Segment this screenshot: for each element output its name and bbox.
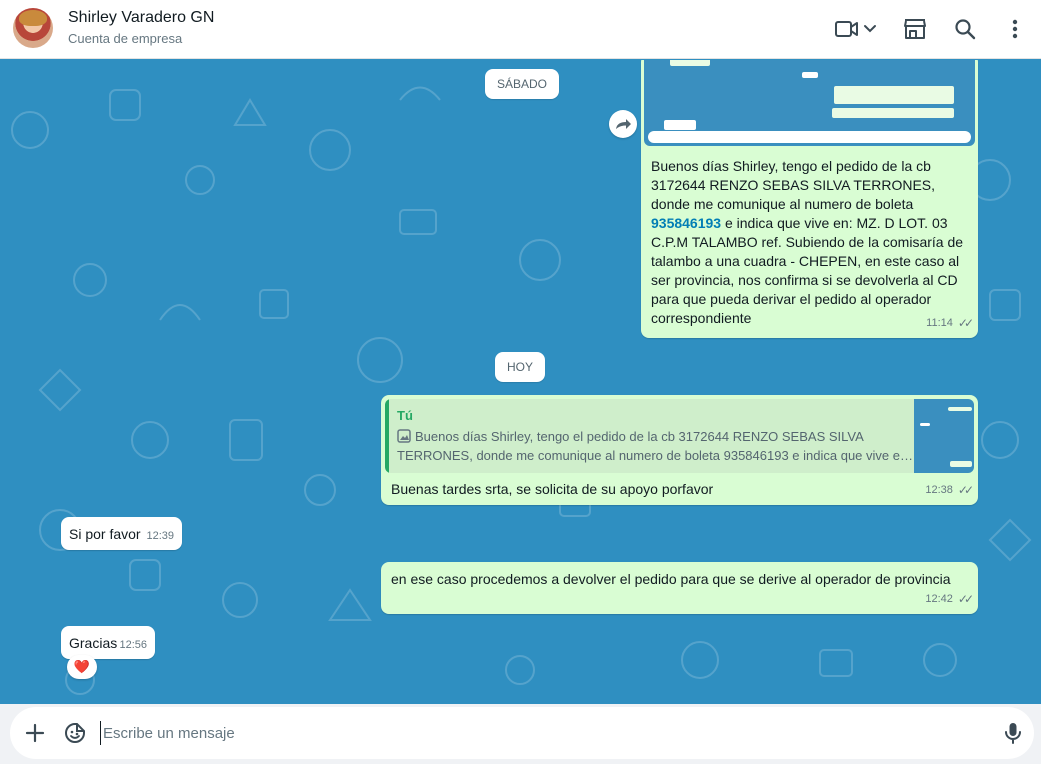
- message-text: Gracias: [69, 635, 118, 651]
- message-time: 12:38: [925, 484, 953, 496]
- video-camera-icon: [835, 21, 876, 37]
- menu-button[interactable]: [1000, 14, 1030, 44]
- message-image[interactable]: [644, 60, 975, 146]
- message-time: 12:42: [925, 593, 953, 605]
- message-text: Buenos días Shirley, tengo el pedido de …: [651, 157, 971, 328]
- contact-subtitle: Cuenta de empresa: [68, 31, 183, 46]
- image-thumb-bubble: [802, 72, 818, 78]
- image-thumb-input: [648, 131, 971, 143]
- video-call-button[interactable]: [832, 14, 880, 44]
- image-thumb-bubble: [948, 407, 972, 411]
- quote-thumbnail: [914, 399, 974, 473]
- quote-text-content: Buenos días Shirley, tengo el pedido de …: [397, 429, 913, 463]
- heart-icon: ❤️: [73, 659, 91, 674]
- message-text: Buenas tardes srta, se solicita de su ap…: [391, 481, 714, 497]
- search-icon: [955, 19, 976, 40]
- composer-bar: [0, 704, 1041, 764]
- microphone-icon: [1005, 723, 1021, 744]
- forward-icon: [616, 119, 631, 129]
- catalog-button[interactable]: [900, 14, 930, 44]
- image-thumb-bubble: [950, 461, 972, 467]
- quoted-message[interactable]: Tú Buenos días Shirley, tengo el pedido …: [385, 399, 974, 473]
- message-outgoing-2[interactable]: Tú Buenos días Shirley, tengo el pedido …: [381, 395, 978, 505]
- sticker-icon: [65, 723, 85, 743]
- message-incoming-2[interactable]: Gracias 12:56: [61, 626, 155, 659]
- message-time: 12:56: [119, 639, 147, 651]
- more-vertical-icon: [1012, 19, 1018, 39]
- message-incoming-1[interactable]: Si por favor 12:39: [61, 517, 182, 550]
- image-thumb-bubble: [664, 120, 696, 130]
- composer: [10, 707, 1034, 759]
- message-meta: 11:14 ✓✓: [926, 314, 974, 333]
- phone-link[interactable]: 935846193: [651, 215, 721, 231]
- message-time: 11:14: [926, 317, 953, 329]
- attach-button[interactable]: [22, 720, 48, 746]
- image-thumb-bubble: [670, 60, 710, 66]
- quote-text: Buenos días Shirley, tengo el pedido de …: [397, 427, 917, 465]
- quote-author: Tú: [397, 408, 413, 423]
- voice-message-button[interactable]: [1000, 720, 1026, 746]
- image-icon: [397, 429, 411, 443]
- chat-messages[interactable]: SÁBADO Buenos días Shirley, tengo el ped…: [0, 60, 1041, 704]
- message-outgoing-1[interactable]: Buenos días Shirley, tengo el pedido de …: [641, 60, 978, 338]
- double-check-icon: ✓✓: [957, 316, 974, 330]
- image-thumb-bubble: [920, 423, 930, 426]
- message-meta: 12:39: [146, 527, 174, 546]
- message-text-part: Buenos días Shirley, tengo el pedido de …: [651, 158, 936, 212]
- message-text: Si por favor: [69, 526, 141, 542]
- image-thumb-bubble: [832, 108, 954, 118]
- chat-header: Shirley Varadero GN Cuenta de empresa: [0, 0, 1041, 59]
- double-check-icon: ✓✓: [957, 483, 974, 497]
- message-text: en ese caso procedemos a devolver el ped…: [391, 571, 951, 587]
- plus-icon: [25, 723, 45, 743]
- message-text-part: e indica que vive en: MZ. D LOT. 03 C.P.…: [651, 215, 964, 326]
- message-time: 12:39: [146, 530, 174, 542]
- message-meta: 12:38 ✓✓: [925, 481, 974, 500]
- sticker-button[interactable]: [62, 720, 88, 746]
- message-input[interactable]: [100, 721, 980, 745]
- message-reaction[interactable]: ❤️: [67, 655, 97, 679]
- search-button[interactable]: [950, 14, 980, 44]
- double-check-icon: ✓✓: [957, 592, 974, 606]
- store-icon: [904, 19, 926, 39]
- image-thumb-bubble: [834, 86, 954, 104]
- contact-avatar[interactable]: [13, 8, 53, 48]
- forward-button[interactable]: [609, 110, 637, 138]
- message-outgoing-3[interactable]: en ese caso procedemos a devolver el ped…: [381, 562, 978, 614]
- contact-name[interactable]: Shirley Varadero GN: [68, 9, 214, 27]
- message-meta: 12:42 ✓✓: [925, 590, 974, 609]
- date-separator-saturday: SÁBADO: [485, 69, 560, 99]
- date-separator-today: HOY: [495, 352, 546, 382]
- message-meta: 12:56: [119, 636, 147, 655]
